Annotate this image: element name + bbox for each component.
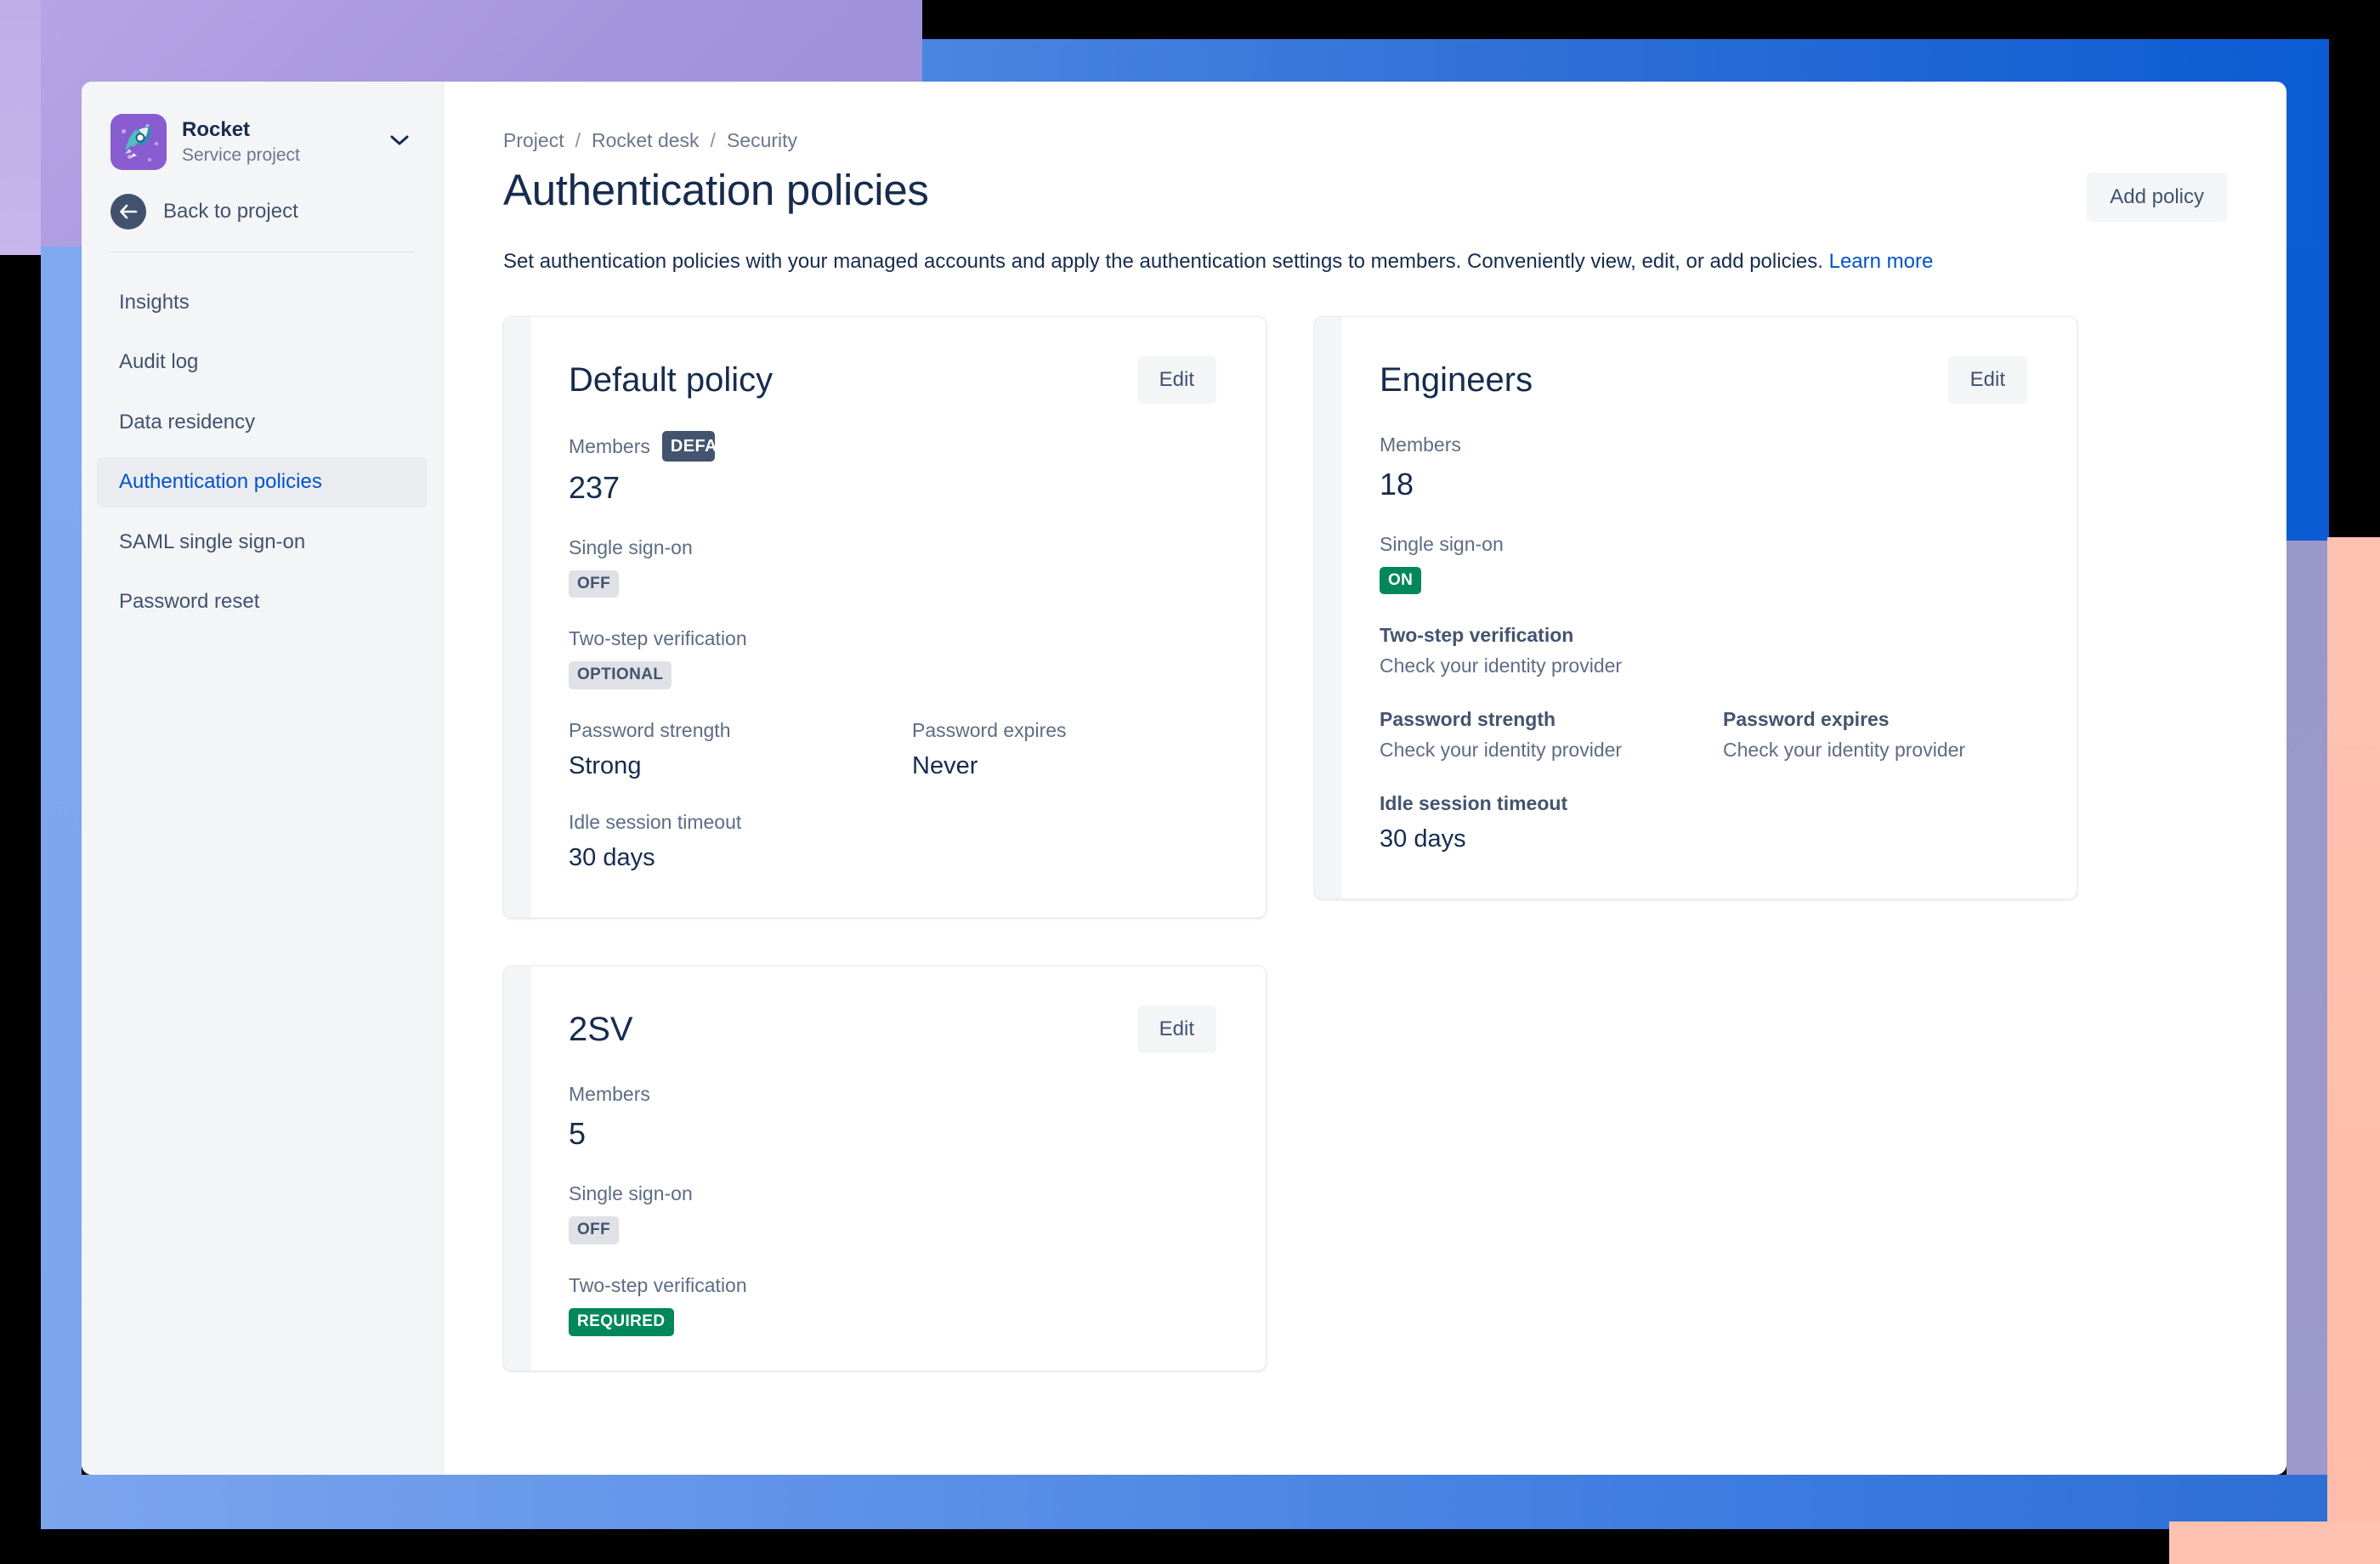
sso-status-badge: ON	[1380, 566, 1422, 595]
field-password-strength: Password strength Check your identity pr…	[1380, 707, 1723, 762]
project-type: Service project	[182, 144, 300, 165]
policy-card-engineers: Engineers Edit Members 18 Single sign-on…	[1314, 315, 2077, 899]
sidebar-item-authentication-policies[interactable]: Authentication policies	[97, 457, 428, 507]
field-password-expires: Password expires Check your identity pro…	[1723, 707, 2027, 762]
idle-timeout-label: Idle session timeout	[569, 811, 742, 834]
page-description-text: Set authentication policies with your ma…	[503, 250, 1823, 273]
password-strength-label: Password strength	[569, 719, 731, 742]
field-two-step-verification: Two-step verification Check your identit…	[1380, 623, 2027, 678]
backdrop-purple-strip	[0, 0, 41, 255]
rocket-icon	[110, 114, 167, 170]
field-idle-session-timeout: Idle session timeout 30 days	[569, 810, 1216, 873]
sidebar-item-insights[interactable]: Insights	[97, 278, 428, 327]
members-count: 5	[569, 1116, 586, 1152]
breadcrumb-item-security[interactable]: Security	[727, 129, 797, 152]
page-description: Set authentication policies with your ma…	[503, 247, 2080, 277]
field-members: Members 18	[1380, 433, 2027, 503]
backdrop-blue-band-bottom	[41, 1475, 2329, 1529]
policy-name: Engineers	[1380, 360, 1533, 399]
password-expires-value: Never	[912, 752, 978, 780]
field-two-step-verification: Two-step verification REQUIRED	[569, 1273, 1216, 1336]
backdrop-blue-strip-left	[41, 246, 82, 1475]
field-row-password: Password strength Strong Password expire…	[569, 718, 1216, 810]
members-label: Members	[1380, 433, 1461, 456]
two-step-label: Two-step verification	[569, 1274, 747, 1297]
two-step-status-badge: OPTIONAL	[569, 661, 672, 690]
members-label: Members	[569, 1083, 650, 1106]
policy-name: Default policy	[569, 360, 774, 399]
sso-status-badge: OFF	[569, 1216, 620, 1245]
edit-button[interactable]: Edit	[1947, 355, 2027, 404]
page-title: Authentication policies	[503, 166, 929, 214]
breadcrumb: Project / Rocket desk / Security	[503, 129, 2227, 152]
field-members: Members 5	[569, 1082, 1216, 1153]
edit-button[interactable]: Edit	[1136, 1006, 1216, 1054]
sidebar-item-saml-single-sign-on[interactable]: SAML single sign-on	[97, 518, 428, 567]
password-expires-value: Check your identity provider	[1723, 738, 1966, 761]
policy-card-2sv: 2SV Edit Members 5 Single sign-on OFF Tw…	[503, 966, 1266, 1371]
project-switcher[interactable]: Rocket Service project	[82, 90, 443, 190]
two-step-label: Two-step verification	[569, 627, 747, 650]
sidebar-item-password-reset[interactable]: Password reset	[97, 577, 428, 626]
members-count: 237	[569, 469, 620, 505]
add-policy-button[interactable]: Add policy	[2087, 173, 2227, 222]
card-header: Engineers Edit	[1380, 355, 2027, 404]
idle-timeout-label: Idle session timeout	[1380, 791, 1568, 814]
sidebar-item-audit-log[interactable]: Audit log	[97, 337, 428, 387]
password-expires-label: Password expires	[1723, 708, 1890, 731]
sidebar-item-data-residency[interactable]: Data residency	[97, 398, 428, 447]
field-two-step-verification: Two-step verification OPTIONAL	[569, 626, 1216, 690]
app-window: Rocket Service project Back to project I…	[82, 82, 2286, 1475]
back-to-project-label: Back to project	[163, 200, 298, 223]
password-strength-value: Strong	[569, 752, 642, 780]
learn-more-link[interactable]: Learn more	[1829, 250, 1934, 273]
two-step-status-badge: REQUIRED	[569, 1307, 674, 1336]
field-label: Members DEFAULT	[569, 430, 1216, 462]
password-strength-label: Password strength	[1380, 708, 1556, 731]
password-strength-value: Check your identity provider	[1380, 738, 1623, 761]
default-badge: DEFAULT	[661, 430, 715, 462]
breadcrumb-separator: /	[710, 129, 716, 151]
two-step-value: Check your identity provider	[1380, 654, 1623, 677]
field-idle-session-timeout: Idle session timeout 30 days	[1380, 791, 2027, 854]
members-label: Members	[569, 434, 650, 457]
chevron-down-icon[interactable]	[385, 134, 414, 150]
card-header: 2SV Edit	[569, 1006, 1216, 1054]
field-single-sign-on: Single sign-on OFF	[569, 1182, 1216, 1245]
idle-timeout-value: 30 days	[1380, 824, 1466, 853]
backdrop-violet-strip-right	[2286, 541, 2327, 1529]
field-single-sign-on: Single sign-on OFF	[569, 536, 1216, 598]
back-to-project-link[interactable]: Back to project	[82, 190, 443, 252]
sso-label: Single sign-on	[1380, 532, 1504, 555]
sidebar: Rocket Service project Back to project I…	[82, 82, 444, 1475]
field-row-password: Password strength Check your identity pr…	[1380, 707, 2027, 791]
arrow-left-icon	[110, 194, 146, 230]
members-count: 18	[1380, 466, 1414, 502]
card-header: Default policy Edit	[569, 355, 1216, 404]
breadcrumb-item-rocket-desk[interactable]: Rocket desk	[592, 129, 700, 152]
breadcrumb-item-project[interactable]: Project	[503, 129, 564, 152]
page-header-row: Authentication policies Add policy	[503, 166, 2227, 222]
field-members: Members DEFAULT 237	[569, 430, 1216, 507]
field-password-expires: Password expires Never	[912, 718, 1255, 781]
password-expires-label: Password expires	[912, 719, 1067, 742]
sidebar-nav: Insights Audit log Data residency Authen…	[82, 278, 443, 626]
policy-card-grid: Default policy Edit Members DEFAULT 237 …	[503, 315, 2227, 1371]
sso-label: Single sign-on	[569, 1182, 693, 1205]
backdrop-peach-corner	[2169, 1522, 2380, 1564]
edit-button[interactable]: Edit	[1136, 355, 1216, 404]
main-content: Project / Rocket desk / Security Authent…	[444, 82, 2286, 1475]
sso-label: Single sign-on	[569, 536, 693, 558]
policy-card-default-policy: Default policy Edit Members DEFAULT 237 …	[503, 315, 1266, 919]
breadcrumb-separator: /	[575, 129, 581, 151]
policy-name: 2SV	[569, 1011, 633, 1049]
field-password-strength: Password strength Strong	[569, 718, 912, 781]
idle-timeout-value: 30 days	[569, 844, 655, 872]
two-step-label: Two-step verification	[1380, 624, 1574, 647]
field-single-sign-on: Single sign-on ON	[1380, 532, 2027, 595]
project-name: Rocket	[182, 117, 251, 141]
backdrop-blue-strip-right	[2286, 247, 2329, 541]
backdrop-peach-block	[2327, 537, 2380, 1564]
sso-status-badge: OFF	[569, 570, 620, 598]
